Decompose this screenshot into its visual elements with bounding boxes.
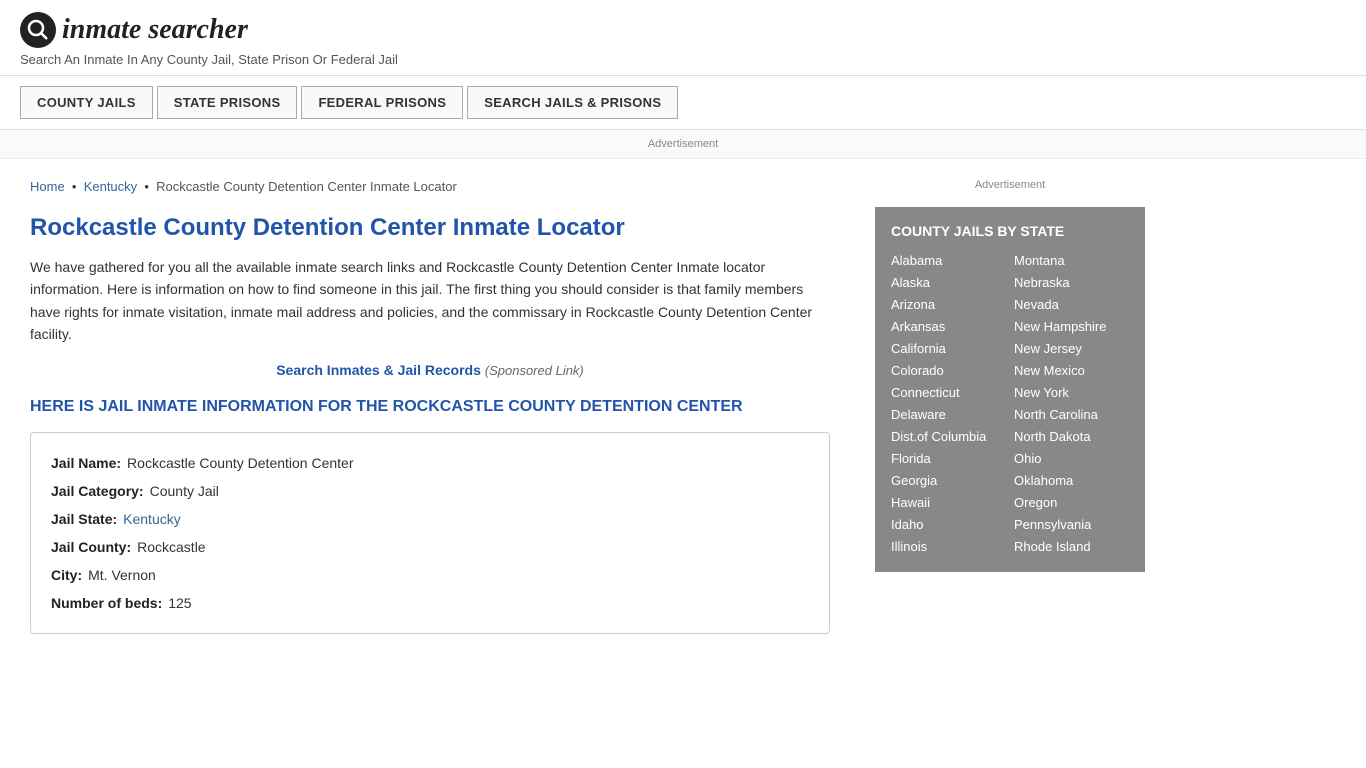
sidebar: Advertisement COUNTY JAILS BY STATE Alab… [860, 159, 1160, 654]
sponsored-label: (Sponsored Link) [485, 363, 584, 378]
num-beds-label: Number of beds: [51, 589, 162, 617]
section-heading: HERE IS JAIL INMATE INFORMATION FOR THE … [30, 398, 830, 416]
jail-category-label: Jail Category: [51, 477, 144, 505]
state-link-col1-7[interactable]: Delaware [891, 405, 1006, 424]
jail-county-label: Jail County: [51, 533, 131, 561]
state-link-col1-4[interactable]: California [891, 339, 1006, 358]
state-link-col2-1[interactable]: Nebraska [1014, 273, 1129, 292]
num-beds-row: Number of beds: 125 [51, 589, 809, 617]
states-grid: Alabama Montana Alaska Nebraska Arizona Nevad… [891, 251, 1129, 556]
jail-state-row: Jail State: Kentucky [51, 505, 809, 533]
state-link-col1-11[interactable]: Hawaii [891, 493, 1006, 512]
state-link-col2-8[interactable]: North Dakota [1014, 427, 1129, 446]
state-link-col1-1[interactable]: Alaska [891, 273, 1006, 292]
jail-county-row: Jail County: Rockcastle [51, 533, 809, 561]
nav-bar: COUNTY JAILS STATE PRISONS FEDERAL PRISO… [0, 76, 1366, 130]
page-title: Rockcastle County Detention Center Inmat… [30, 214, 830, 242]
intro-text: We have gathered for you all the availab… [30, 256, 830, 346]
main-content: Home • Kentucky • Rockcastle County Dete… [0, 159, 860, 654]
state-link-col2-0[interactable]: Montana [1014, 251, 1129, 270]
city-label: City: [51, 561, 82, 589]
sidebar-ad: Advertisement [875, 179, 1145, 191]
state-link-col2-3[interactable]: New Hampshire [1014, 317, 1129, 336]
state-link-col2-5[interactable]: New Mexico [1014, 361, 1129, 380]
search-jails-button[interactable]: SEARCH JAILS & PRISONS [467, 86, 678, 119]
header: inmate searcher Search An Inmate In Any … [0, 0, 1366, 76]
state-link-col1-0[interactable]: Alabama [891, 251, 1006, 270]
state-link-col2-4[interactable]: New Jersey [1014, 339, 1129, 358]
state-link-col1-13[interactable]: Illinois [891, 537, 1006, 556]
breadcrumb-current: Rockcastle County Detention Center Inmat… [156, 179, 457, 194]
breadcrumb-home[interactable]: Home [30, 179, 65, 194]
state-link-col1-5[interactable]: Colorado [891, 361, 1006, 380]
state-link-col2-6[interactable]: New York [1014, 383, 1129, 402]
state-link-col1-3[interactable]: Arkansas [891, 317, 1006, 336]
jail-name-value: Rockcastle County Detention Center [127, 449, 353, 477]
state-link-col1-2[interactable]: Arizona [891, 295, 1006, 314]
federal-prisons-button[interactable]: FEDERAL PRISONS [301, 86, 463, 119]
state-prisons-button[interactable]: STATE PRISONS [157, 86, 298, 119]
state-link-col2-11[interactable]: Oregon [1014, 493, 1129, 512]
ad-banner: Advertisement [0, 130, 1366, 159]
state-link-col1-6[interactable]: Connecticut [891, 383, 1006, 402]
county-jails-title: COUNTY JAILS BY STATE [891, 223, 1129, 239]
logo-area: inmate searcher [20, 12, 1346, 48]
state-link-col1-9[interactable]: Florida [891, 449, 1006, 468]
breadcrumb-state[interactable]: Kentucky [84, 179, 137, 194]
county-jails-button[interactable]: COUNTY JAILS [20, 86, 153, 119]
jail-state-label: Jail State: [51, 505, 117, 533]
logo-icon [20, 12, 56, 48]
state-link-col1-10[interactable]: Georgia [891, 471, 1006, 490]
jail-name-row: Jail Name: Rockcastle County Detention C… [51, 449, 809, 477]
breadcrumb: Home • Kentucky • Rockcastle County Dete… [30, 179, 830, 194]
num-beds-value: 125 [168, 589, 191, 617]
jail-category-row: Jail Category: County Jail [51, 477, 809, 505]
jail-category-value: County Jail [150, 477, 219, 505]
state-link-col2-9[interactable]: Ohio [1014, 449, 1129, 468]
state-link-col2-13[interactable]: Rhode Island [1014, 537, 1129, 556]
content-wrap: Home • Kentucky • Rockcastle County Dete… [0, 159, 1366, 654]
state-link-col2-2[interactable]: Nevada [1014, 295, 1129, 314]
city-row: City: Mt. Vernon [51, 561, 809, 589]
state-link-col1-8[interactable]: Dist.of Columbia [891, 427, 1006, 446]
tagline: Search An Inmate In Any County Jail, Sta… [20, 52, 1346, 67]
info-box: Jail Name: Rockcastle County Detention C… [30, 432, 830, 634]
city-value: Mt. Vernon [88, 561, 156, 589]
jail-state-value[interactable]: Kentucky [123, 505, 181, 533]
sponsored-link[interactable]: Search Inmates & Jail Records [276, 362, 481, 378]
county-jails-box: COUNTY JAILS BY STATE Alabama Montana Alas… [875, 207, 1145, 572]
state-link-col2-10[interactable]: Oklahoma [1014, 471, 1129, 490]
state-link-col2-7[interactable]: North Carolina [1014, 405, 1129, 424]
logo-text: inmate searcher [62, 14, 248, 46]
jail-county-value: Rockcastle [137, 533, 205, 561]
sponsored-link-area: Search Inmates & Jail Records (Sponsored… [30, 362, 830, 378]
jail-name-label: Jail Name: [51, 449, 121, 477]
state-link-col2-12[interactable]: Pennsylvania [1014, 515, 1129, 534]
state-link-col1-12[interactable]: Idaho [891, 515, 1006, 534]
